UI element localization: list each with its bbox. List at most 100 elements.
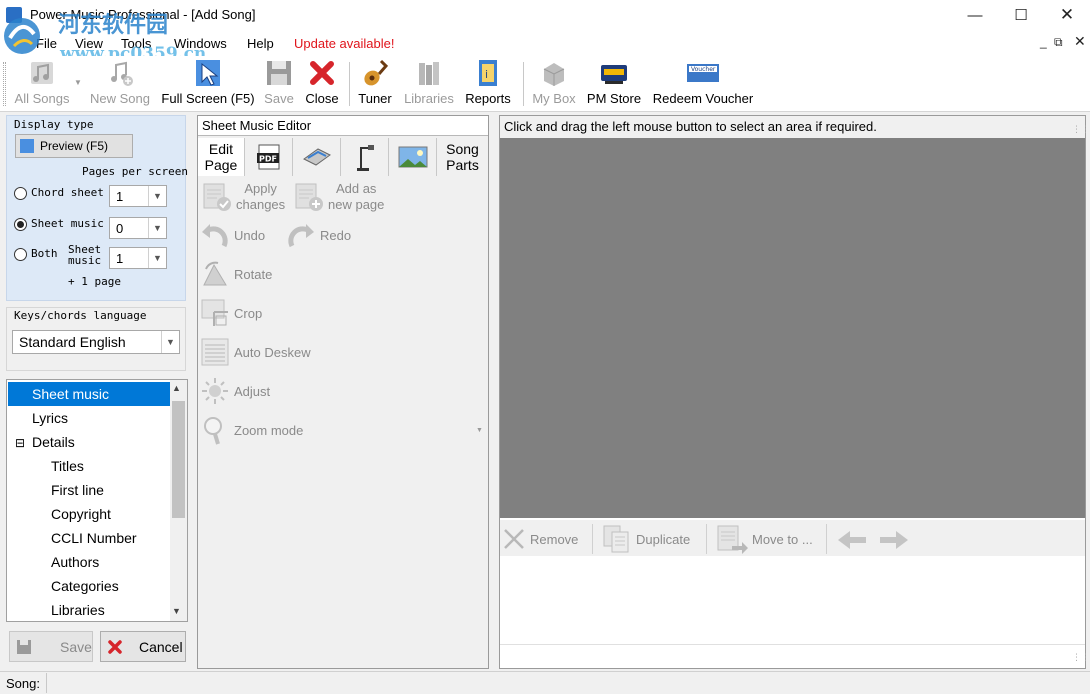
tree-item-ccli-number[interactable]: CCLI Number (8, 526, 172, 550)
tree-item-titles[interactable]: Titles (8, 454, 172, 478)
scanner-icon (302, 148, 331, 166)
status-separator (46, 673, 47, 693)
previous-page-icon[interactable] (836, 529, 868, 554)
pm-store-button[interactable]: PM Store (585, 58, 643, 110)
floppy-icon (17, 639, 31, 654)
menu-windows[interactable]: Windows (174, 36, 227, 51)
adjust-button[interactable]: Adjust (200, 373, 270, 409)
menu-help[interactable]: Help (247, 36, 274, 51)
remove-button[interactable]: Remove (502, 521, 578, 557)
both-radio[interactable] (14, 248, 27, 261)
menu-view[interactable]: View (75, 36, 103, 51)
tree-item-first-line[interactable]: First line (8, 478, 172, 502)
books-icon (414, 58, 444, 88)
redo-button[interactable]: Redo (286, 217, 351, 253)
tab-scanner[interactable] (293, 138, 341, 176)
redeem-voucher-button[interactable]: Voucher Redeem Voucher (651, 58, 755, 110)
svg-text:PDF: PDF (259, 155, 277, 164)
libraries-toolbar-button[interactable]: Libraries (401, 58, 457, 110)
tab-edit-page[interactable]: Edit Page (198, 138, 245, 176)
editor-title: Sheet Music Editor (198, 116, 488, 136)
tree-scrollbar-thumb[interactable] (172, 401, 185, 518)
tree-item-categories[interactable]: Categories (8, 574, 172, 598)
resize-grip-icon[interactable]: ⋮⋮ (1072, 652, 1090, 663)
mdi-minimize-icon[interactable]: _ (1040, 35, 1047, 49)
toolbar-separator (349, 62, 350, 106)
tree-item-authors[interactable]: Authors (8, 550, 172, 574)
tab-song-parts[interactable]: Song Parts (437, 138, 488, 176)
move-to-button[interactable]: Move to ... (716, 521, 813, 557)
status-bar (0, 671, 1090, 694)
sheet-music-radio[interactable] (14, 218, 27, 231)
close-window-icon[interactable]: ✕ (1044, 0, 1090, 30)
auto-deskew-button[interactable]: Auto Deskew (200, 334, 311, 370)
guitar-icon (360, 58, 390, 88)
next-page-icon[interactable] (878, 529, 910, 554)
undo-button[interactable]: Undo (200, 217, 265, 253)
scroll-down-icon[interactable]: ▼ (172, 606, 181, 616)
tab-image[interactable] (389, 138, 437, 176)
preview-button[interactable]: Preview (F5) (15, 134, 133, 158)
both-pages-select[interactable]: 1 ▼ (109, 247, 167, 269)
minimize-icon[interactable]: — (952, 0, 998, 30)
crop-button[interactable]: Crop (200, 295, 262, 331)
cursor-icon (193, 58, 223, 88)
mdi-restore-icon[interactable]: ⧉ (1054, 35, 1063, 50)
toolbar-grip[interactable] (3, 62, 6, 106)
voucher-icon: Voucher (686, 58, 720, 88)
all-songs-dropdown-icon[interactable]: ▼ (74, 78, 82, 87)
close-toolbar-button[interactable]: Close (304, 58, 340, 110)
document-camera-icon (356, 145, 374, 171)
toolbar-separator (523, 62, 524, 106)
magnifier-icon (204, 417, 222, 445)
chord-sheet-radio[interactable] (14, 187, 27, 200)
apply-icon (203, 183, 231, 211)
sheet-music-label: Sheet music (31, 217, 104, 230)
undo-icon (202, 224, 228, 248)
rotate-icon (203, 261, 227, 286)
reports-button[interactable]: i Reports (463, 58, 513, 110)
store-icon (599, 58, 629, 88)
separator (592, 524, 593, 554)
resize-grip-icon[interactable]: ⋮⋮ (1072, 124, 1090, 135)
zoom-dropdown-icon[interactable]: ▼ (476, 427, 483, 434)
picture-icon (398, 146, 427, 168)
chord-sheet-pages-select[interactable]: 1 ▼ (109, 185, 167, 207)
page-canvas[interactable] (500, 138, 1085, 518)
zoom-mode-button[interactable]: Zoom mode (200, 412, 303, 448)
duplicate-button[interactable]: Duplicate (602, 521, 690, 557)
red-x-icon (307, 58, 337, 88)
tree-item-sheet-music[interactable]: Sheet music (8, 382, 172, 406)
brightness-icon (202, 378, 228, 404)
rotate-button[interactable]: Rotate (200, 256, 272, 292)
tuner-button[interactable]: Tuner (356, 58, 394, 110)
update-available-link[interactable]: Update available! (294, 36, 394, 51)
preview-icon (20, 139, 34, 153)
tab-camera[interactable] (341, 138, 389, 176)
all-songs-button[interactable]: All Songs (12, 58, 72, 110)
mdi-close-icon[interactable]: ✕ (1074, 33, 1086, 50)
sheet-music-pages-select[interactable]: 0 ▼ (109, 217, 167, 239)
tree-item-lyrics[interactable]: Lyrics (8, 406, 172, 430)
apply-changes-button[interactable]: Apply changes (202, 180, 285, 214)
scroll-up-icon[interactable]: ▲ (172, 383, 181, 393)
tree-item-details[interactable]: Details (8, 430, 172, 454)
save-toolbar-button[interactable]: Save (262, 58, 296, 110)
save-button[interactable]: Save (9, 631, 93, 662)
pdf-icon: PDF (256, 144, 279, 170)
tree-item-libraries[interactable]: Libraries (8, 598, 172, 622)
canvas-hint: Click and drag the left mouse button to … (500, 116, 1085, 138)
duplicate-icon (603, 525, 629, 553)
new-song-button[interactable]: New Song (88, 58, 152, 110)
full-screen-button[interactable]: Full Screen (F5) (161, 58, 255, 110)
tab-pdf[interactable]: PDF (245, 138, 293, 176)
menu-tools[interactable]: Tools (121, 36, 151, 51)
tree-item-copyright[interactable]: Copyright (8, 502, 172, 526)
maximize-icon[interactable]: ☐ (998, 0, 1044, 30)
keys-language-select[interactable]: Standard English ▼ (12, 330, 180, 354)
add-new-page-button[interactable]: Add as new page (294, 180, 384, 214)
my-box-button[interactable]: My Box (529, 58, 579, 110)
cancel-button[interactable]: Cancel (100, 631, 186, 662)
both-label: Both (31, 247, 58, 260)
menu-file[interactable]: File (36, 36, 57, 51)
